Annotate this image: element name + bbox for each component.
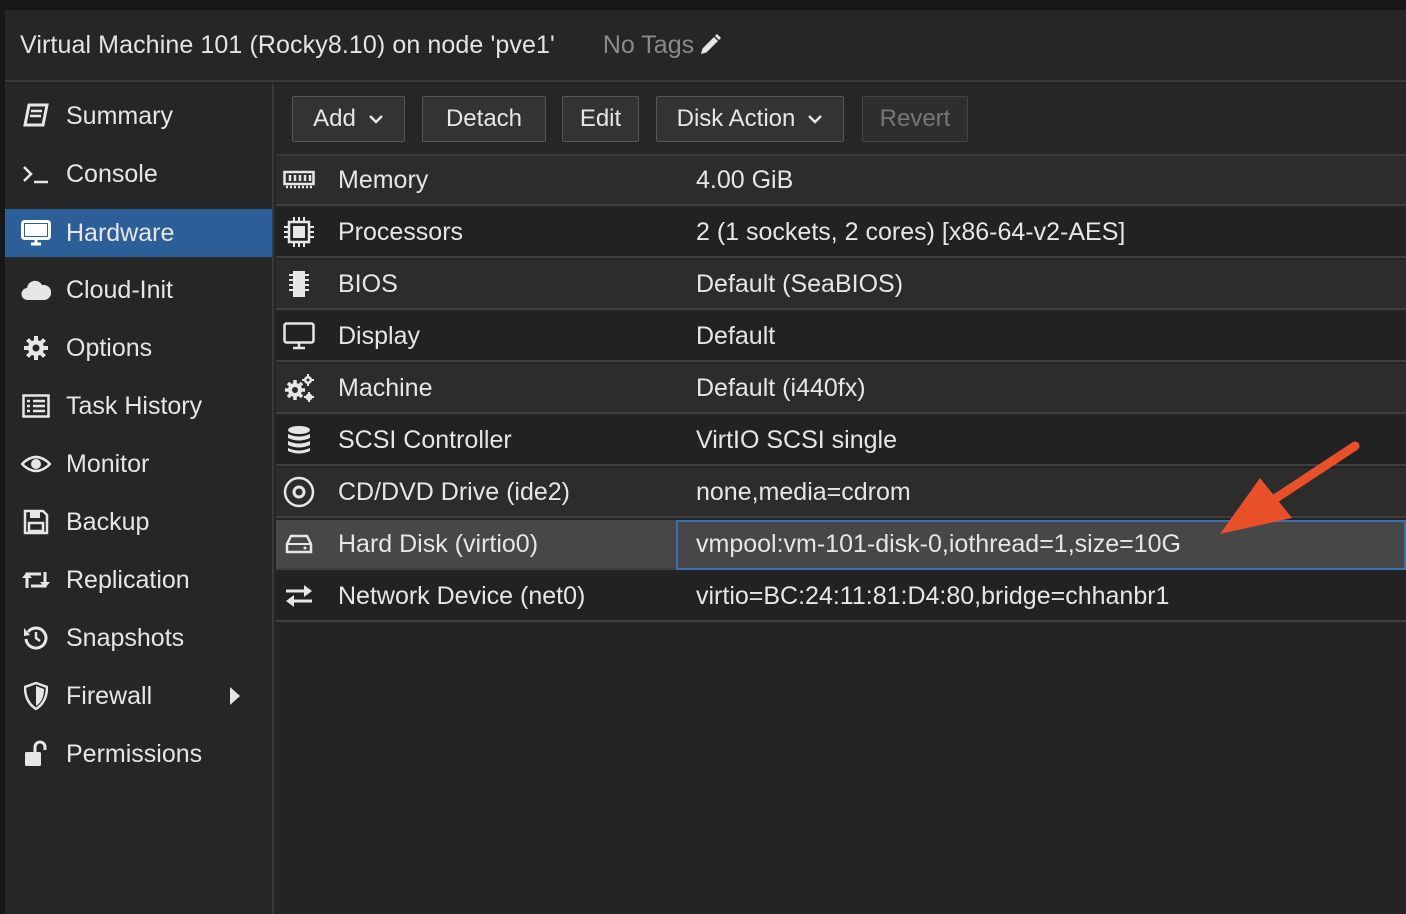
sidebar-item-label: Summary	[66, 101, 173, 130]
tags-editor[interactable]: No Tags	[603, 31, 722, 60]
tags-label: No Tags	[602, 30, 695, 59]
row-value: none,media=cdrom	[696, 477, 911, 506]
row-name: CD/DVD Drive (ide2)	[338, 477, 570, 506]
row-name: Hard Disk (virtio0)	[338, 529, 539, 558]
edit-button-label: Edit	[579, 105, 622, 132]
revert-button[interactable]: Revert	[862, 96, 968, 142]
sidebar-item-label: Hardware	[66, 218, 175, 247]
sidebar-item-console[interactable]: Console	[5, 150, 272, 198]
list-icon	[21, 391, 51, 421]
sidebar-item-summary[interactable]: Summary	[5, 92, 272, 140]
sidebar-item-cloud-init[interactable]: Cloud-Init	[5, 266, 272, 314]
detach-button[interactable]: Detach	[422, 96, 546, 142]
display-icon	[282, 319, 316, 353]
table-row-bios[interactable]: BIOS Default (SeaBIOS)	[276, 260, 1406, 310]
memory-icon	[282, 163, 316, 197]
sidebar-item-label: Monitor	[66, 449, 150, 478]
hdd-icon	[282, 527, 316, 561]
cloud-icon	[21, 275, 51, 305]
sidebar-item-task-history[interactable]: Task History	[5, 382, 272, 430]
floppy-icon	[21, 507, 51, 537]
page-title: Virtual Machine 101 (Rocky8.10) on node …	[20, 30, 555, 59]
shield-icon	[21, 681, 51, 711]
terminal-icon	[21, 159, 51, 189]
chevron-down-icon	[368, 115, 383, 124]
sidebar-item-label: Task History	[66, 391, 203, 420]
sidebar-item-label: Firewall	[66, 681, 153, 710]
table-row-display[interactable]: Display Default	[276, 312, 1406, 362]
database-icon	[282, 423, 316, 457]
sidebar-item-replication[interactable]: Replication	[5, 556, 272, 604]
row-name: Network Device (net0)	[338, 581, 586, 610]
history-icon	[21, 623, 51, 653]
cogs-icon	[282, 371, 316, 405]
sidebar-item-firewall[interactable]: Firewall	[5, 672, 272, 720]
sidebar-item-snapshots[interactable]: Snapshots	[5, 614, 272, 662]
toolbar: Add Detach Edit Disk Action Revert	[276, 84, 1406, 156]
microchip-icon	[282, 267, 316, 301]
title-bar: Virtual Machine 101 (Rocky8.10) on node …	[5, 10, 1406, 82]
row-value: Default (SeaBIOS)	[696, 269, 904, 298]
pencil-icon[interactable]	[698, 33, 722, 57]
disk-action-button[interactable]: Disk Action	[656, 96, 844, 142]
row-name: Machine	[338, 373, 433, 402]
add-button-label: Add	[313, 105, 356, 132]
row-value: VirtIO SCSI single	[696, 425, 898, 454]
row-value: 4.00 GiB	[696, 165, 794, 194]
row-name: Processors	[338, 217, 464, 246]
cdrom-icon	[282, 475, 316, 509]
retweet-icon	[21, 565, 51, 595]
caret-right-icon[interactable]	[229, 687, 241, 705]
table-row-machine[interactable]: Machine Default (i440fx)	[276, 364, 1406, 414]
sidebar-item-options[interactable]: Options	[5, 324, 272, 372]
row-value: virtio=BC:24:11:81:D4:80,bridge=chhanbr1	[696, 581, 1170, 610]
sidebar-item-label: Options	[66, 333, 153, 362]
sidebar-item-label: Replication	[66, 565, 190, 594]
book-icon	[21, 101, 51, 131]
gear-icon	[21, 333, 51, 363]
edit-button[interactable]: Edit	[562, 96, 639, 142]
annotation-arrow-icon	[1220, 441, 1360, 534]
revert-button-label: Revert	[879, 105, 951, 132]
sidebar-item-permissions[interactable]: Permissions	[5, 730, 272, 778]
eye-icon	[21, 449, 51, 479]
row-name: Memory	[338, 165, 429, 194]
table-row-processors[interactable]: Processors 2 (1 sockets, 2 cores) [x86-6…	[276, 208, 1406, 258]
row-value: Default (i440fx)	[696, 373, 866, 402]
add-button[interactable]: Add	[292, 96, 405, 142]
sidebar: Summary Console Hardware Cloud-Init Opti…	[5, 84, 274, 914]
cpu-icon	[282, 215, 316, 249]
sidebar-item-label: Snapshots	[66, 623, 185, 652]
unlock-icon	[21, 739, 51, 769]
table-row-memory[interactable]: Memory 4.00 GiB	[276, 156, 1406, 206]
monitor-icon	[21, 218, 51, 248]
sidebar-item-backup[interactable]: Backup	[5, 498, 272, 546]
sidebar-item-label: Permissions	[66, 739, 203, 768]
table-row-network-device[interactable]: Network Device (net0) virtio=BC:24:11:81…	[276, 572, 1406, 622]
sidebar-item-label: Backup	[66, 507, 150, 536]
row-value: Default	[696, 321, 776, 350]
sidebar-item-hardware[interactable]: Hardware	[5, 209, 272, 257]
row-value: 2 (1 sockets, 2 cores) [x86-64-v2-AES]	[696, 217, 1126, 246]
sidebar-item-label: Console	[66, 159, 158, 188]
chevron-down-icon	[808, 115, 823, 124]
sidebar-item-label: Cloud-Init	[66, 275, 173, 304]
sidebar-item-monitor[interactable]: Monitor	[5, 440, 272, 488]
disk-action-button-label: Disk Action	[676, 105, 796, 132]
detach-button-label: Detach	[445, 105, 523, 132]
row-value: vmpool:vm-101-disk-0,iothread=1,size=10G	[696, 529, 1181, 558]
row-name: Display	[338, 321, 420, 350]
top-edge	[0, 0, 1406, 10]
row-name: BIOS	[338, 269, 398, 298]
row-name: SCSI Controller	[338, 425, 512, 454]
exchange-icon	[282, 579, 316, 613]
